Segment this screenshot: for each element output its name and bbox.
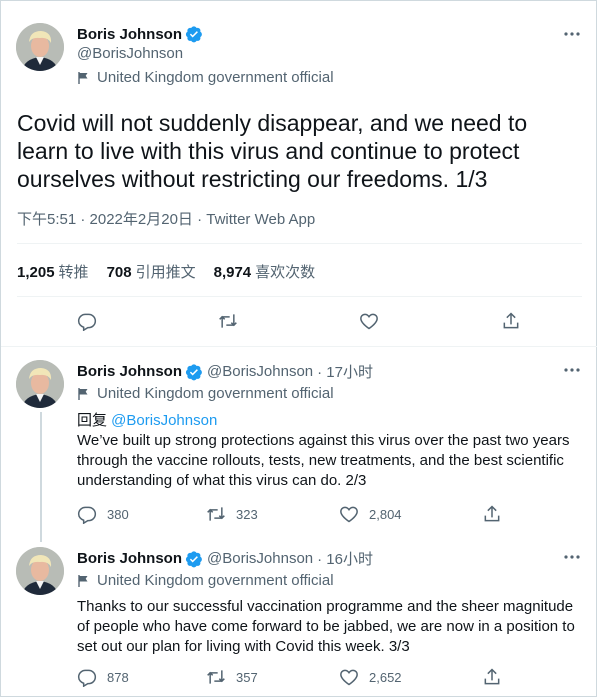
retweet-icon xyxy=(206,504,226,524)
reply-button[interactable]: 380 xyxy=(77,504,129,524)
avatar[interactable] xyxy=(16,547,64,595)
more-options-icon[interactable] xyxy=(562,360,582,380)
display-name[interactable]: Boris Johnson xyxy=(77,550,182,567)
avatar[interactable] xyxy=(16,360,64,408)
flag-icon xyxy=(77,574,91,588)
replying-to: 回复 @BorisJohnson xyxy=(77,412,218,429)
relative-time[interactable]: · 17小时 xyxy=(317,361,373,382)
thread-connector xyxy=(40,412,42,542)
government-label: United Kingdom government official xyxy=(97,385,334,402)
reply-count: 380 xyxy=(107,506,129,522)
verified-badge-icon xyxy=(185,550,203,568)
like-button[interactable]: 2,804 xyxy=(339,504,402,524)
retweet-button[interactable] xyxy=(218,311,238,331)
share-button[interactable] xyxy=(482,667,502,687)
heart-icon xyxy=(359,311,379,331)
reply-icon xyxy=(77,311,97,331)
engagement-stats: 1,205 转推 708 引用推文 8,974 喜欢次数 xyxy=(17,261,333,282)
retweet-icon xyxy=(218,311,238,331)
share-button[interactable] xyxy=(501,311,521,331)
relative-time[interactable]: · 16小时 xyxy=(317,548,373,569)
like-button[interactable] xyxy=(359,311,379,331)
government-label: United Kingdom government official xyxy=(97,69,334,86)
tweet-timestamp[interactable]: 下午5:51 · 2022年2月20日 · Twitter Web App xyxy=(17,208,315,229)
display-name[interactable]: Boris Johnson xyxy=(77,26,182,43)
reply-button[interactable] xyxy=(77,311,97,331)
like-stat[interactable]: 8,974 喜欢次数 xyxy=(214,261,316,282)
divider xyxy=(17,243,582,244)
like-count: 2,652 xyxy=(369,669,402,685)
reply-button[interactable]: 878 xyxy=(77,667,129,687)
share-icon xyxy=(482,504,502,524)
verified-badge-icon xyxy=(185,25,203,43)
handle[interactable]: @BorisJohnson xyxy=(77,45,183,62)
handle[interactable]: @BorisJohnson xyxy=(207,550,313,567)
divider xyxy=(17,296,582,297)
replying-to-link[interactable]: @BorisJohnson xyxy=(111,412,217,429)
handle[interactable]: @BorisJohnson xyxy=(207,363,313,380)
like-button[interactable]: 2,652 xyxy=(339,667,402,687)
retweet-icon xyxy=(206,667,226,687)
divider xyxy=(1,346,597,347)
retweet-button[interactable]: 323 xyxy=(206,504,258,524)
tweet-text: We’ve built up strong protections agains… xyxy=(77,432,570,489)
heart-icon xyxy=(339,504,359,524)
retweet-stat[interactable]: 1,205 转推 xyxy=(17,261,89,282)
retweet-count: 323 xyxy=(236,506,258,522)
tweet-text: Covid will not suddenly disappear, and w… xyxy=(17,110,528,192)
government-label: United Kingdom government official xyxy=(97,572,334,589)
reply-count: 878 xyxy=(107,669,129,685)
flag-icon xyxy=(77,387,91,401)
reply-icon xyxy=(77,667,97,687)
share-icon xyxy=(482,667,502,687)
like-count: 2,804 xyxy=(369,506,402,522)
more-options-icon[interactable] xyxy=(562,547,582,567)
flag-icon xyxy=(77,71,91,85)
quote-stat[interactable]: 708 引用推文 xyxy=(107,261,196,282)
tweet-text: Thanks to our successful vaccination pro… xyxy=(77,598,575,655)
retweet-button[interactable]: 357 xyxy=(206,667,258,687)
retweet-count: 357 xyxy=(236,669,258,685)
tweet-thread: Boris Johnson @BorisJohnson United Kingd… xyxy=(0,0,597,697)
display-name[interactable]: Boris Johnson xyxy=(77,363,182,380)
share-button[interactable] xyxy=(482,504,502,524)
verified-badge-icon xyxy=(185,363,203,381)
avatar[interactable] xyxy=(16,23,64,71)
heart-icon xyxy=(339,667,359,687)
more-options-icon[interactable] xyxy=(562,24,582,44)
reply-icon xyxy=(77,504,97,524)
share-icon xyxy=(501,311,521,331)
